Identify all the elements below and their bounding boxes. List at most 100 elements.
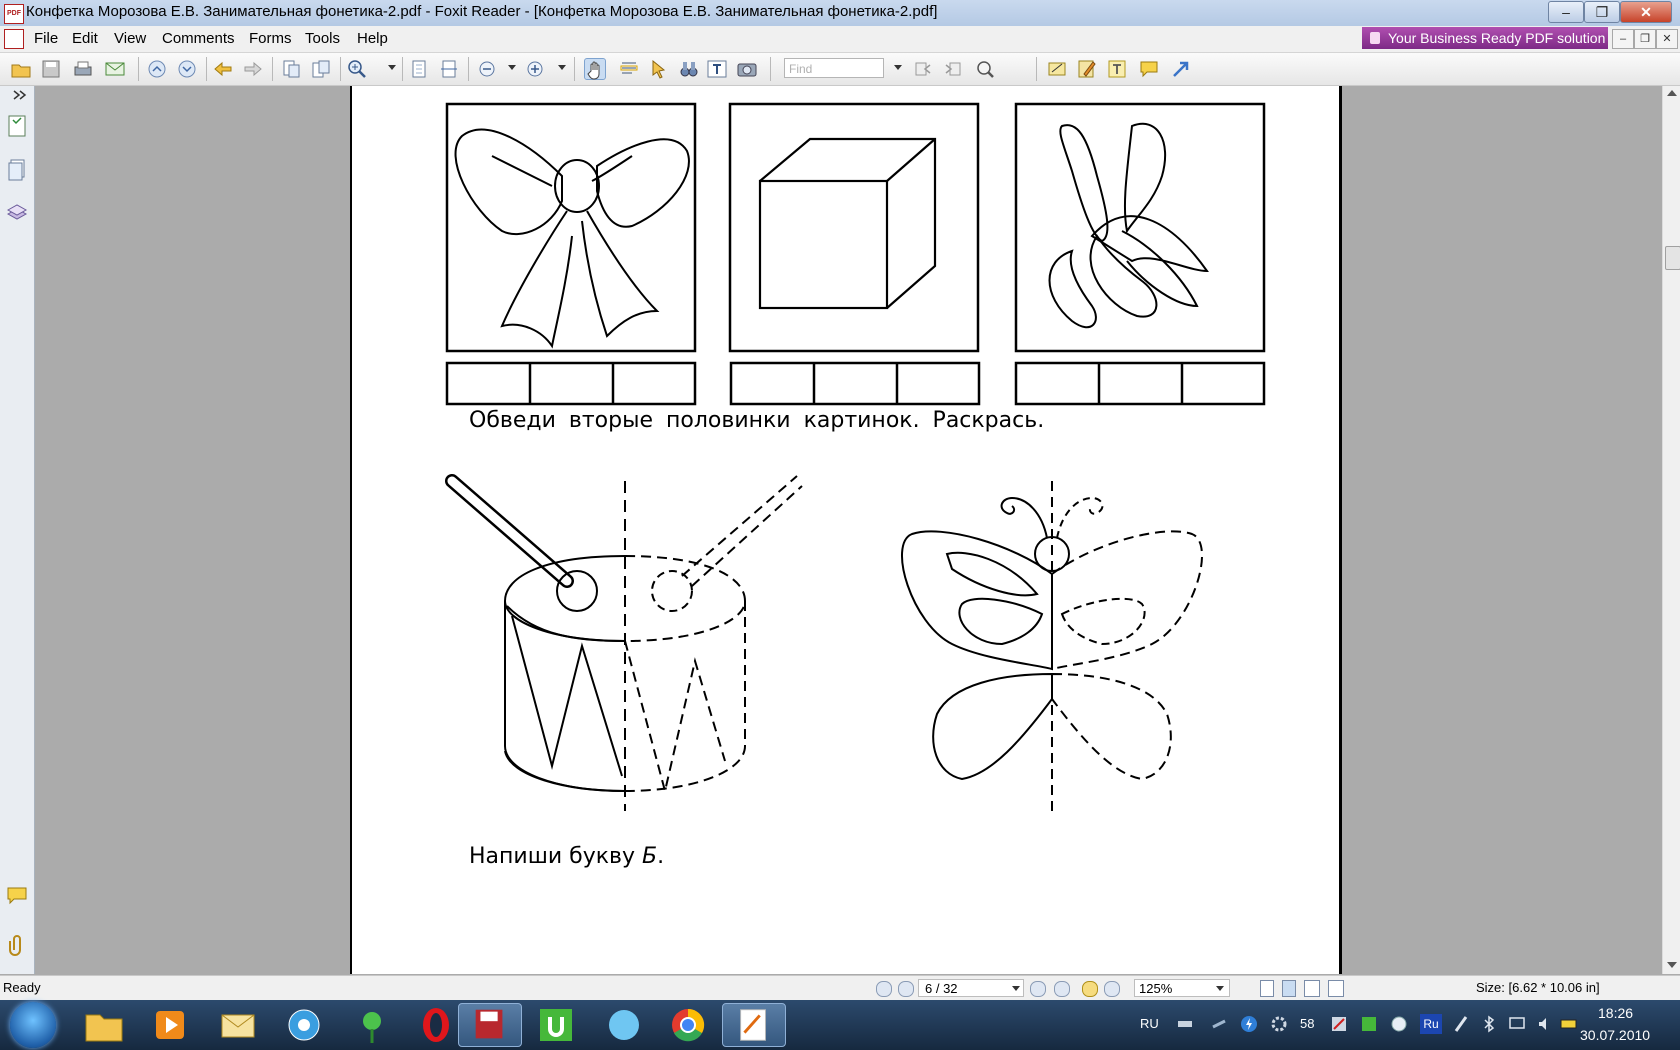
fit-page-icon[interactable] [408,58,430,80]
zoom-in-icon[interactable] [524,58,546,80]
single-page-icon[interactable] [1260,980,1274,997]
insert-pages-icon[interactable] [310,58,332,80]
tray-language-badge[interactable]: Ru [1420,1014,1442,1034]
promo-banner[interactable]: Your Business Ready PDF solution [1362,27,1608,49]
attachments-icon[interactable] [6,932,28,956]
save-icon[interactable] [40,58,62,80]
connection-tray-icon[interactable] [1210,1015,1228,1033]
note-tool-icon[interactable] [1046,58,1068,80]
mdi-restore-button[interactable]: ❐ [1634,29,1656,49]
clock-time[interactable]: 18:26 [1598,1005,1633,1021]
open-folder-icon[interactable] [10,58,32,80]
select-annotation-icon[interactable] [648,58,670,80]
clock-date[interactable]: 30.07.2010 [1580,1027,1650,1043]
battery-tray-icon[interactable] [1560,1015,1578,1033]
zoom-out-icon[interactable] [476,58,498,80]
foxit-reader-task-icon[interactable] [722,1003,786,1047]
menu-help[interactable]: Help [357,30,388,47]
globe-tray-icon[interactable] [1390,1015,1408,1033]
save-app-icon[interactable] [458,1003,522,1047]
utorrent-tray-icon[interactable] [1360,1015,1378,1033]
minimize-button[interactable]: ‒ [1548,1,1584,23]
layers-icon[interactable] [6,200,28,224]
print-icon[interactable] [72,58,94,80]
arrow-tool-icon[interactable] [1170,58,1192,80]
zoom-tool-dropdown-icon[interactable] [388,65,396,70]
settings-gear-tray-icon[interactable] [1270,1015,1288,1033]
chrome-icon[interactable] [656,1003,720,1047]
media-player-icon[interactable] [138,1003,202,1047]
continuous-facing-icon[interactable] [1328,980,1344,997]
back-view-icon[interactable] [1082,981,1098,997]
bookmarks-icon[interactable] [6,114,28,138]
email-icon[interactable] [104,58,126,80]
menu-file[interactable]: File [34,30,58,47]
volume-icon[interactable] [1536,1015,1554,1033]
continuous-page-icon[interactable] [1282,980,1296,997]
find-previous-icon[interactable] [912,58,934,80]
language-indicator[interactable]: RU [1140,1016,1159,1031]
previous-page-icon[interactable] [146,58,168,80]
zoom-tool-icon[interactable] [346,58,368,80]
forward-view-icon[interactable] [1104,981,1120,997]
close-button[interactable]: ✕ [1620,1,1672,23]
document-icon[interactable] [4,29,24,49]
typewriter-icon[interactable] [706,58,728,80]
explorer-icon[interactable] [72,1003,136,1047]
network-tray-icon[interactable] [1176,1015,1194,1033]
menu-tools[interactable]: Tools [305,30,340,47]
select-text-icon[interactable] [618,58,640,80]
display-tray-icon[interactable] [1508,1015,1526,1033]
textbox-tool-icon[interactable] [1106,58,1128,80]
next-page-status-icon[interactable] [1030,981,1046,997]
menu-forms[interactable]: Forms [249,30,292,47]
page-dropdown-icon[interactable] [1012,986,1020,991]
mdi-close-button[interactable]: ✕ [1656,29,1678,49]
find-input[interactable]: Find [784,58,884,78]
search-icon[interactable] [974,58,996,80]
page-number-field[interactable]: 6 / 32 [918,979,1024,997]
bluetooth-tray-icon[interactable] [1480,1015,1498,1033]
snapshot-camera-icon[interactable] [736,58,758,80]
zoom-out-dropdown-icon[interactable] [508,65,516,70]
mail-icon[interactable] [206,1003,270,1047]
antivirus-tray-icon[interactable] [1330,1015,1348,1033]
prev-page-icon[interactable] [898,981,914,997]
restore-button[interactable]: ❐ [1584,1,1620,23]
pencil-tool-icon[interactable] [1076,58,1098,80]
find-options-dropdown-icon[interactable] [894,65,902,70]
pages-icon[interactable] [6,158,28,182]
start-button[interactable] [10,1002,56,1048]
menu-view[interactable]: View [114,30,146,47]
menu-comments[interactable]: Comments [162,30,235,47]
foxit-app-icon[interactable]: PDF [4,4,24,24]
zoom-in-dropdown-icon[interactable] [558,65,566,70]
extract-pages-icon[interactable] [280,58,302,80]
back-arrow-icon[interactable] [212,58,234,80]
network-globe-icon[interactable] [272,1003,336,1047]
scroll-up-icon[interactable] [1667,90,1677,96]
mdi-minimize-button[interactable]: – [1612,29,1634,49]
scroll-down-icon[interactable] [1667,962,1677,968]
forward-arrow-icon[interactable] [242,58,264,80]
lightning-tray-icon[interactable] [1240,1015,1258,1033]
menu-edit[interactable]: Edit [72,30,98,47]
last-page-icon[interactable] [1054,981,1070,997]
utorrent-icon[interactable] [524,1003,588,1047]
scroll-thumb[interactable] [1665,246,1680,270]
find-binoculars-icon[interactable] [678,58,700,80]
vertical-scrollbar[interactable] [1662,86,1680,974]
flower-app-icon[interactable] [340,1003,404,1047]
hand-tool-icon[interactable] [584,58,606,80]
pen-tray-icon[interactable] [1452,1015,1470,1033]
fit-width-icon[interactable] [438,58,460,80]
expand-panel-icon[interactable] [6,88,28,102]
comments-panel-icon[interactable] [6,884,28,908]
comment-tool-icon[interactable] [1138,58,1160,80]
chat-app-icon[interactable] [592,1003,656,1047]
zoom-dropdown-icon[interactable] [1216,986,1224,991]
find-next-icon[interactable] [942,58,964,80]
first-page-icon[interactable] [876,981,892,997]
next-page-icon[interactable] [176,58,198,80]
facing-page-icon[interactable] [1304,980,1320,997]
